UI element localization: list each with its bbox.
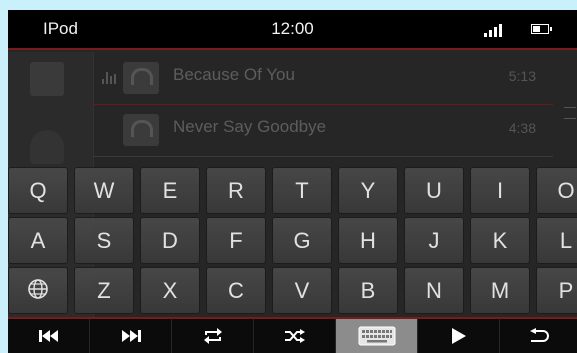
key-g[interactable]: G bbox=[272, 217, 332, 264]
playback-controls bbox=[8, 317, 577, 353]
repeat-button[interactable] bbox=[172, 319, 254, 353]
key-e[interactable]: E bbox=[140, 167, 200, 214]
key-n[interactable]: N bbox=[404, 267, 464, 314]
track-title: Because Of You bbox=[173, 65, 295, 84]
previous-track-button[interactable] bbox=[8, 319, 90, 353]
music-folder-icon[interactable] bbox=[30, 62, 64, 96]
back-icon bbox=[529, 328, 549, 342]
key-t[interactable]: T bbox=[272, 167, 332, 214]
play-button[interactable] bbox=[418, 319, 500, 353]
keyboard-icon bbox=[358, 326, 395, 346]
previous-track-icon bbox=[38, 330, 58, 342]
key-c[interactable]: C bbox=[206, 267, 266, 314]
track-title: Never Say Goodbye bbox=[173, 117, 327, 136]
signal-strength-icon bbox=[484, 23, 508, 37]
key-j[interactable]: J bbox=[404, 217, 464, 264]
status-bar: IPod 12:00 bbox=[8, 10, 577, 50]
key-x[interactable]: X bbox=[140, 267, 200, 314]
key-p[interactable]: P bbox=[536, 267, 577, 314]
key-d[interactable]: D bbox=[140, 217, 200, 264]
track-duration: 4:38 bbox=[508, 120, 536, 136]
key-a[interactable]: A bbox=[8, 217, 68, 264]
key-k[interactable]: K bbox=[470, 217, 530, 264]
headphones-icon bbox=[123, 62, 159, 94]
next-track-button[interactable] bbox=[90, 319, 172, 353]
key-h[interactable]: H bbox=[338, 217, 398, 264]
key-m[interactable]: M bbox=[470, 267, 530, 314]
next-track-icon bbox=[121, 330, 141, 342]
scroll-handle[interactable] bbox=[564, 107, 576, 119]
track-row[interactable]: Because Of You 5:13 bbox=[93, 52, 553, 105]
battery-level bbox=[533, 26, 540, 32]
key-q[interactable]: Q bbox=[8, 167, 68, 214]
infotainment-screen: IPod 12:00 Because Of You 5:13 Never Say… bbox=[8, 10, 577, 353]
track-row[interactable]: Never Say Goodbye 4:38 bbox=[93, 104, 553, 157]
battery-icon bbox=[531, 24, 552, 34]
onscreen-keyboard: QWERTYUIO ASDFGHJKL ZXCVBNMP bbox=[8, 167, 577, 317]
now-playing-icon bbox=[102, 72, 116, 84]
key-o[interactable]: O bbox=[536, 167, 577, 214]
key-w[interactable]: W bbox=[74, 167, 134, 214]
shuffle-button[interactable] bbox=[254, 319, 336, 353]
key-r[interactable]: R bbox=[206, 167, 266, 214]
play-icon bbox=[451, 328, 466, 344]
keyboard-toggle-button[interactable] bbox=[336, 319, 418, 353]
repeat-icon bbox=[203, 328, 222, 344]
key-z[interactable]: Z bbox=[74, 267, 134, 314]
track-duration: 5:13 bbox=[508, 68, 536, 84]
key-u[interactable]: U bbox=[404, 167, 464, 214]
key-s[interactable]: S bbox=[74, 217, 134, 264]
globe-icon bbox=[28, 279, 48, 299]
key-y[interactable]: Y bbox=[338, 167, 398, 214]
headphones-icon bbox=[123, 114, 159, 146]
artist-icon[interactable] bbox=[30, 130, 64, 164]
key-b[interactable]: B bbox=[338, 267, 398, 314]
back-button[interactable] bbox=[500, 319, 577, 353]
language-key[interactable] bbox=[8, 267, 68, 314]
key-l[interactable]: L bbox=[536, 217, 577, 264]
shuffle-icon bbox=[284, 329, 305, 343]
key-f[interactable]: F bbox=[206, 217, 266, 264]
key-i[interactable]: I bbox=[470, 167, 530, 214]
key-v[interactable]: V bbox=[272, 267, 332, 314]
